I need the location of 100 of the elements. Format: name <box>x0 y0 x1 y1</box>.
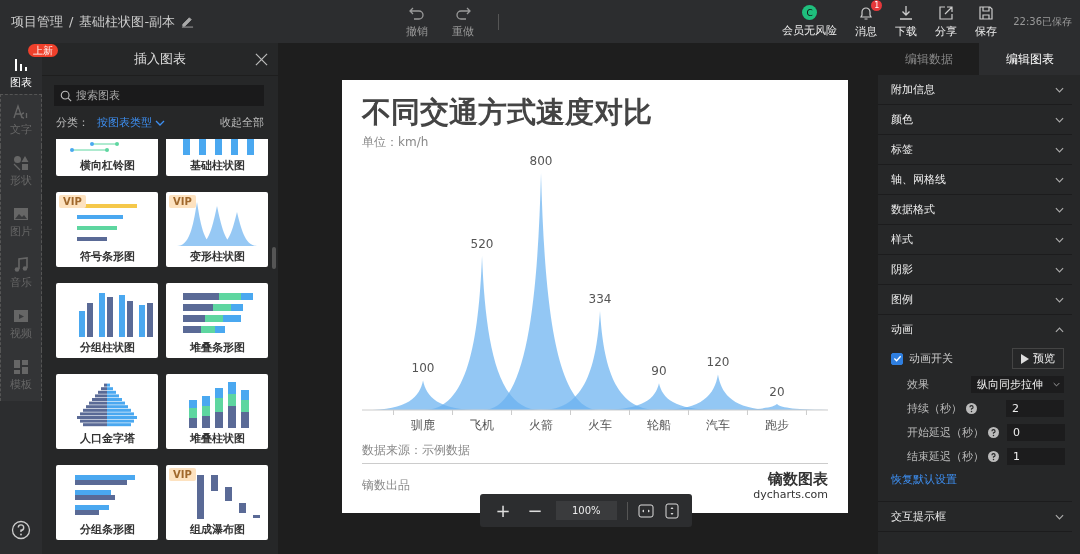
unit-label: 单位：km/h <box>362 134 430 150</box>
toolbar-button[interactable]: 撤销 <box>396 4 438 39</box>
field-label: 持续（秒） <box>907 401 962 416</box>
data-label: 120 <box>706 355 730 370</box>
chart-template-card[interactable]: 堆叠条形图 <box>166 283 268 358</box>
chart-template-card[interactable]: 基础柱状图 <box>166 139 268 176</box>
chevron-down-icon <box>1055 206 1064 213</box>
section-title: 动画 <box>891 322 913 337</box>
chevron-down-icon <box>1055 266 1064 273</box>
panel-tab[interactable]: 编辑数据 <box>878 43 979 75</box>
field-label: 效果 <box>907 377 929 392</box>
chart-template-label: 分组条形图 <box>79 522 135 537</box>
chart-template-card[interactable]: 横向杠铃图 <box>56 139 158 176</box>
toolbar-button[interactable]: 下载 <box>887 4 926 39</box>
close-icon[interactable] <box>255 52 268 66</box>
category-dropdown[interactable]: 按图表类型 <box>97 115 165 130</box>
chart-template-card[interactable]: VIP 组成瀑布图 <box>166 465 268 540</box>
number-input[interactable]: 1 <box>1007 448 1065 465</box>
download-icon <box>898 4 915 21</box>
reset-link[interactable]: 恢复默认设置 <box>891 472 1064 487</box>
category-label: 轮船 <box>647 418 671 432</box>
template-icon <box>13 359 29 375</box>
chart-template-card[interactable]: 分组柱状图 <box>56 283 158 358</box>
vip-badge: VIP <box>169 468 196 481</box>
chevron-down-icon <box>1055 86 1064 93</box>
checkbox-label: 动画开关 <box>909 351 953 366</box>
breadcrumb-link[interactable]: 项目管理 <box>11 12 63 31</box>
zoom-level: 100% <box>556 501 617 520</box>
source-note: 数据来源：示例数据 <box>362 442 471 459</box>
toolbar-button[interactable]: 保存 <box>967 4 1006 39</box>
zoom-in-button[interactable]: + <box>492 500 514 521</box>
music-note-icon <box>13 257 29 273</box>
search-icon <box>60 90 72 102</box>
category-label: 分类： <box>56 115 89 130</box>
category-label: 火车 <box>588 418 612 432</box>
settings-section-header[interactable]: 颜色 <box>878 105 1072 135</box>
settings-section-header[interactable]: 阴影 <box>878 255 1072 285</box>
bar-chart-icon <box>13 57 29 73</box>
chart-template-card[interactable]: 人口金字塔 <box>56 374 158 449</box>
member-avatar: C <box>802 5 818 20</box>
toolbar-button[interactable]: 分享 <box>927 4 966 39</box>
number-input[interactable]: 0 <box>1007 424 1065 441</box>
save-icon <box>978 4 995 21</box>
brand-name: 镝数图表 <box>768 470 828 488</box>
help-icon[interactable] <box>988 451 999 462</box>
toolbar-button[interactable]: 重做 <box>442 4 484 39</box>
category-label: 火箭 <box>529 418 553 432</box>
vip-badge: VIP <box>169 195 196 208</box>
section-title: 样式 <box>891 232 913 247</box>
preview-button[interactable]: 预览 <box>1012 348 1064 369</box>
chevron-down-icon <box>1055 146 1064 153</box>
settings-section-header[interactable]: 轴、网格线 <box>878 165 1072 195</box>
chevron-up-icon <box>1055 326 1064 333</box>
number-input[interactable]: 2 <box>1006 400 1064 417</box>
notification-badge: 1 <box>871 0 883 11</box>
chart-template-card[interactable]: VIP 变形柱状图 <box>166 192 268 267</box>
help-icon[interactable] <box>11 520 31 540</box>
chart-template-label: 横向杠铃图 <box>79 158 135 173</box>
chart-template-label: 堆叠条形图 <box>189 340 245 355</box>
panel-title: 插入图表 <box>134 50 186 68</box>
fit-height-icon[interactable] <box>663 502 680 519</box>
category-label: 驯鹿 <box>411 418 436 432</box>
section-title: 附加信息 <box>891 82 935 97</box>
edit-icon[interactable] <box>181 15 195 28</box>
new-badge: 上新 <box>28 44 58 57</box>
chart-template-card[interactable]: VIP 符号条形图 <box>56 192 158 267</box>
chart-template-card[interactable]: 分组条形图 <box>56 465 158 540</box>
settings-section-header[interactable]: 数据格式 <box>878 195 1072 225</box>
help-icon[interactable] <box>988 427 999 438</box>
fit-width-icon[interactable] <box>637 502 654 519</box>
effect-dropdown[interactable]: 纵向同步拉伸 <box>971 376 1064 393</box>
section-title: 图例 <box>891 292 913 307</box>
chart-thumbnail <box>77 204 137 241</box>
checkbox[interactable] <box>891 352 903 365</box>
chart-thumbnail <box>77 383 137 428</box>
data-label: 800 <box>529 154 553 168</box>
help-icon[interactable] <box>966 403 977 414</box>
chart-template-label: 变形柱状图 <box>189 249 245 264</box>
settings-section-header[interactable]: 交互提示框 <box>878 502 1072 532</box>
settings-section-header[interactable]: 标签 <box>878 135 1072 165</box>
settings-section-header[interactable]: 样式 <box>878 225 1072 255</box>
chevron-down-icon <box>1053 382 1060 387</box>
settings-section-header[interactable]: 动画 <box>878 315 1072 344</box>
breadcrumb-separator: / <box>69 14 74 29</box>
footer-credit: 镝数出品 <box>362 477 410 494</box>
member-button[interactable]: C 会员无风险 <box>774 5 846 38</box>
settings-section-header[interactable]: 附加信息 <box>878 75 1072 105</box>
text-icon <box>13 104 29 120</box>
search-field[interactable]: 搜索图表 <box>54 85 264 106</box>
play-icon <box>1021 353 1029 364</box>
panel-tab[interactable]: 编辑图表 <box>979 43 1080 75</box>
settings-section-header[interactable]: 图例 <box>878 285 1072 315</box>
collapse-all-link[interactable]: 收起全部 <box>220 115 264 130</box>
chart-template-label: 堆叠柱状图 <box>189 431 245 446</box>
chart-template-card[interactable]: 堆叠柱状图 <box>166 374 268 449</box>
zoom-out-button[interactable]: − <box>524 500 546 521</box>
save-status: 22:36已保存 <box>1013 14 1072 29</box>
chart-thumbnail <box>75 475 135 515</box>
bell-icon <box>858 4 875 21</box>
rail-item[interactable]: 图表 <box>0 57 42 94</box>
